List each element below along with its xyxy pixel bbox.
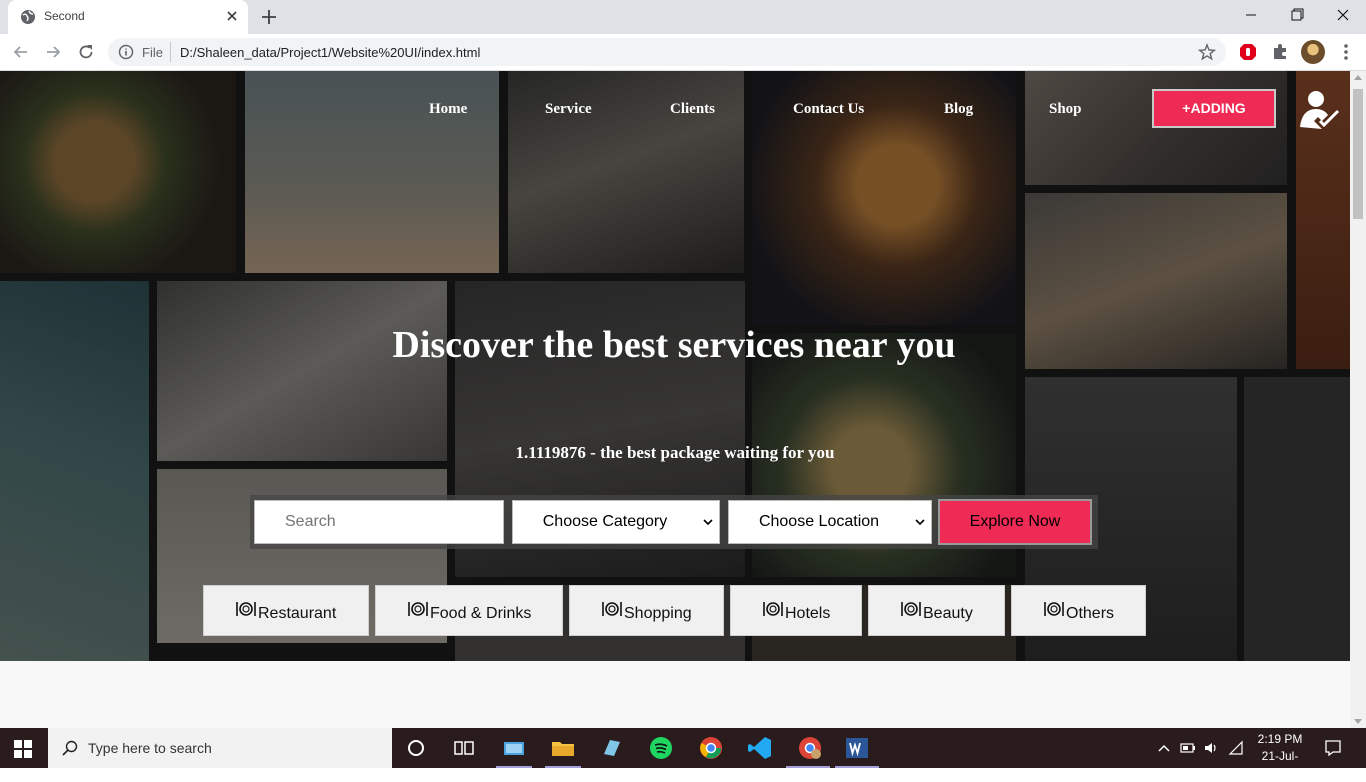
bookmark-star-icon[interactable] [1198, 43, 1216, 61]
category-label: Food & Drinks [430, 605, 532, 622]
windows-start-icon[interactable] [14, 740, 32, 758]
chrome-icon[interactable] [697, 734, 725, 762]
back-icon[interactable] [11, 42, 31, 62]
new-tab-icon[interactable] [260, 8, 278, 26]
hero-subtitle: 1.1119876 - the best package waiting for… [515, 443, 835, 462]
task-view-icon[interactable] [450, 734, 478, 762]
category-label: Beauty [923, 605, 973, 622]
file-explorer-icon[interactable] [549, 734, 577, 762]
word-icon[interactable] [843, 734, 871, 762]
plate-icon [236, 602, 256, 616]
restore-icon[interactable] [1274, 0, 1320, 30]
search-bar: Choose Category Choose Location Explore … [250, 495, 1098, 549]
nav-service[interactable]: Service [545, 101, 592, 118]
close-tab-icon[interactable] [224, 8, 240, 24]
volume-icon[interactable] [1203, 740, 1219, 756]
hero-section: Home Service Clients Contact Us Blog Sho… [0, 71, 1350, 661]
category-label: Restaurant [258, 605, 337, 622]
taskbar-search-placeholder: Type here to search [88, 740, 212, 756]
chevron-down-icon [915, 519, 925, 526]
category-hotels-button[interactable]: Hotels [730, 585, 862, 636]
location-select[interactable]: Choose Location [728, 500, 932, 544]
minimize-icon[interactable] [1228, 0, 1274, 30]
reload-icon[interactable] [76, 42, 96, 62]
url-text[interactable]: D:/Shaleen_data/Project1/Website%20UI/in… [180, 45, 480, 60]
scroll-up-icon[interactable] [1354, 75, 1362, 80]
tab-strip: Second [0, 0, 1366, 34]
page-scrollbar[interactable] [1350, 71, 1366, 728]
extensions-icon[interactable] [1270, 42, 1290, 62]
search-icon [62, 740, 78, 756]
notification-icon[interactable] [1324, 739, 1342, 757]
hero-title: Discover the best services near you [392, 324, 956, 366]
close-window-icon[interactable] [1320, 0, 1366, 30]
network-folder-icon[interactable] [500, 734, 528, 762]
plate-icon [408, 602, 428, 616]
category-label: Hotels [785, 605, 831, 622]
search-input[interactable] [254, 500, 504, 544]
category-beauty-button[interactable]: Beauty [868, 585, 1005, 636]
wifi-icon[interactable] [1228, 740, 1244, 756]
nav-home[interactable]: Home [429, 101, 467, 118]
category-label: Others [1066, 605, 1115, 622]
tablet-icon[interactable] [598, 734, 626, 762]
battery-icon[interactable] [1180, 740, 1196, 756]
globe-icon [21, 10, 35, 24]
adblock-extension-icon[interactable] [1238, 42, 1258, 62]
windows-taskbar: Type here to search 2:19 PM 21-Jul-20 [0, 728, 1366, 780]
clock-time: 2:19 PM [1257, 732, 1303, 746]
taskbar-search-box[interactable]: Type here to search [48, 728, 392, 768]
category-others-button[interactable]: Others [1011, 585, 1146, 636]
adding-button[interactable]: +ADDING [1152, 89, 1276, 128]
category-restaurant-button[interactable]: Restaurant [203, 585, 369, 636]
category-select[interactable]: Choose Category [512, 500, 720, 544]
explore-now-button[interactable]: Explore Now [938, 499, 1092, 545]
vscode-icon[interactable] [746, 734, 774, 762]
nav-contact-us[interactable]: Contact Us [793, 101, 864, 118]
plate-icon [1044, 602, 1064, 616]
category-label: Shopping [624, 605, 692, 622]
clock-date: 21-Jul-20 [1261, 749, 1299, 780]
scroll-down-icon[interactable] [1354, 719, 1362, 724]
chrome-profile-icon[interactable] [796, 734, 824, 762]
nav-blog[interactable]: Blog [944, 101, 973, 118]
category-food-drinks-button[interactable]: Food & Drinks [375, 585, 563, 636]
page-viewport: Home Service Clients Contact Us Blog Sho… [0, 71, 1350, 728]
nav-clients[interactable]: Clients [670, 101, 715, 118]
cortana-icon[interactable] [402, 734, 430, 762]
category-shopping-button[interactable]: Shopping [569, 585, 724, 636]
tab-title: Second [44, 9, 85, 23]
plate-icon [901, 602, 921, 616]
info-icon[interactable] [118, 44, 134, 60]
more-menu-icon[interactable] [1336, 42, 1356, 62]
address-bar[interactable]: File D:/Shaleen_data/Project1/Website%20… [108, 38, 1226, 66]
scroll-thumb[interactable] [1353, 89, 1363, 219]
plate-icon [763, 602, 783, 616]
profile-avatar[interactable] [1301, 40, 1325, 64]
taskbar-clock[interactable]: 2:19 PM 21-Jul-20 [1256, 731, 1304, 782]
chevron-down-icon [703, 519, 713, 526]
chevron-up-icon[interactable] [1156, 740, 1172, 756]
spotify-icon[interactable] [647, 734, 675, 762]
plate-icon [602, 602, 622, 616]
location-select-value: Choose Location [758, 513, 880, 530]
nav-shop[interactable]: Shop [1049, 101, 1082, 118]
browser-toolbar: File D:/Shaleen_data/Project1/Website%20… [0, 34, 1366, 71]
browser-tab[interactable]: Second [8, 0, 248, 34]
category-select-value: Choose Category [542, 513, 668, 530]
url-scheme: File [142, 45, 163, 60]
forward-icon[interactable] [43, 42, 63, 62]
url-divider [170, 42, 171, 62]
user-check-icon[interactable] [1298, 87, 1342, 131]
